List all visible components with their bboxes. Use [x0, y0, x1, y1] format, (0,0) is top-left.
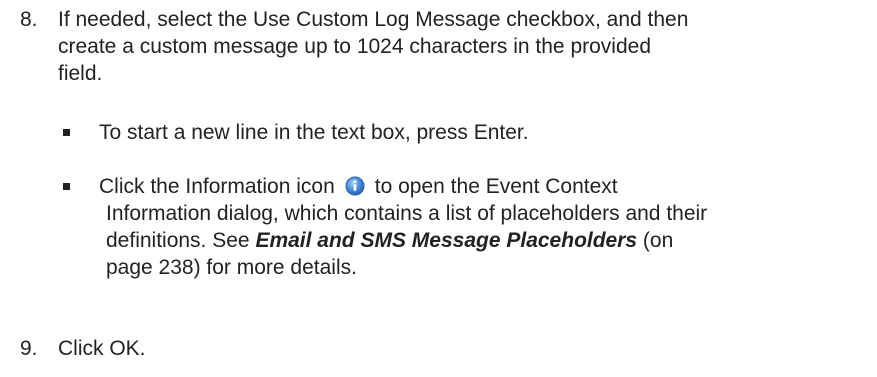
step-8-line-2: create a custom message up to 1024 chara…: [58, 35, 652, 58]
bullet-new-line-text: To start a new line in the text box, pre…: [99, 121, 529, 144]
step-8-line-1: If needed, select the Use Custom Log Mes…: [58, 8, 689, 31]
bullet-information-line-1: Click the Information icon to open the E…: [99, 173, 839, 200]
step-8-number: 8.: [20, 8, 38, 31]
step-8-line-3: field.: [58, 62, 103, 85]
placeholders-reference-link[interactable]: Email and SMS Message Placeholders: [255, 229, 637, 252]
bullet-marker: [63, 129, 70, 136]
bullet-information-line-4: page 238) for more details.: [106, 256, 357, 279]
definitions-text: definitions. See: [106, 229, 256, 252]
bullet-information-line-3: definitions. See Email and SMS Message P…: [106, 227, 846, 254]
on-text: (on: [637, 229, 674, 252]
bullet-info-before-icon: Click the Information icon: [99, 175, 335, 198]
step-8-text: If needed, select the Use Custom Log Mes…: [58, 6, 838, 87]
bullet-info-after-icon: to open the Event Context: [374, 175, 618, 198]
bullet-marker: [63, 183, 70, 190]
information-icon: [345, 176, 365, 196]
step-9-number: 9.: [20, 337, 38, 360]
step-9-text: Click OK.: [58, 337, 146, 360]
bullet-information-line-2: Information dialog, which contains a lis…: [106, 202, 708, 225]
